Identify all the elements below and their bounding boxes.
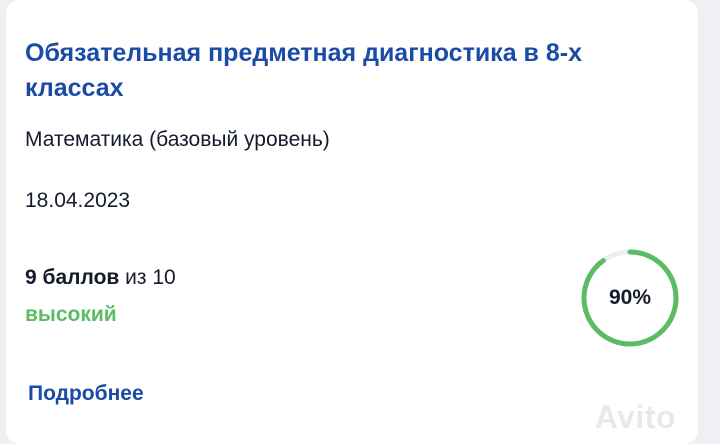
progress-ring: 90% [578, 246, 682, 350]
score-of: из 10 [125, 266, 176, 289]
subject-label: Математика (базовый уровень) [25, 128, 330, 151]
level-badge: высокий [25, 303, 117, 326]
progress-percent: 90% [608, 286, 652, 309]
score-text: 9 баллов из 10 [25, 266, 176, 290]
date-label: 18.04.2023 [25, 189, 131, 212]
score-points: 9 баллов [25, 266, 120, 289]
card-title: Обязательная предметная диагностика в 8-… [25, 39, 582, 102]
details-link[interactable]: Подробнее [28, 382, 144, 406]
diagnostic-card: Обязательная предметная диагностика в 8-… [6, 0, 698, 444]
avito-watermark: Avito [594, 399, 676, 435]
